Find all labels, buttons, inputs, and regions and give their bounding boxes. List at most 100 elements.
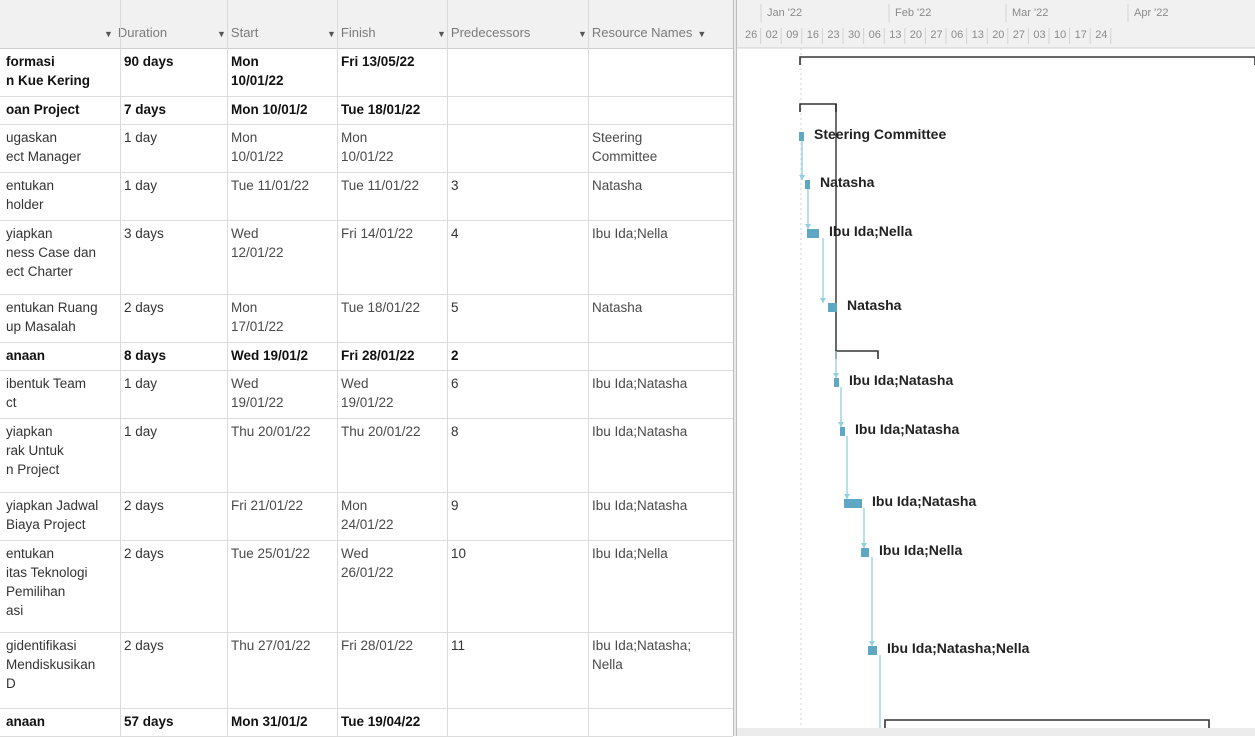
column-header-finish[interactable]: ▼ Finish (327, 22, 376, 44)
task-name-cell[interactable]: entukan Ruang up Masalah (6, 298, 98, 336)
task-name-cell[interactable]: oan Project (6, 100, 80, 119)
task-bar[interactable] (868, 646, 877, 655)
duration-cell[interactable]: 1 day (124, 374, 157, 393)
resource-names-cell[interactable]: Ibu Ida;Natasha (592, 422, 687, 441)
task-name-cell[interactable]: gidentifikasi Mendiskusikan D (6, 636, 95, 693)
finish-cell[interactable]: Tue 11/01/22 (341, 176, 419, 195)
resource-names-cell[interactable]: Ibu Ida;Natasha (592, 496, 687, 515)
dropdown-arrow-icon[interactable]: ▼ (437, 29, 446, 39)
column-header-resource-names[interactable]: ▼ Resource Names ▼ (578, 22, 711, 44)
column-header-duration[interactable]: ▼ Duration (104, 22, 167, 44)
start-cell[interactable]: Wed 12/01/22 (231, 224, 284, 262)
task-name-cell[interactable]: ibentuk Team ct (6, 374, 86, 412)
task-name-cell[interactable]: yiapkan ness Case dan ect Charter (6, 224, 96, 281)
resource-names-cell[interactable]: Ibu Ida;Nella (592, 544, 668, 563)
column-divider[interactable] (120, 0, 121, 736)
duration-cell[interactable]: 2 days (124, 298, 164, 317)
task-name-cell[interactable]: entukan holder (6, 176, 54, 214)
duration-cell[interactable]: 1 day (124, 176, 157, 195)
finish-cell[interactable]: Thu 20/01/22 (341, 422, 421, 441)
start-cell[interactable]: Thu 27/01/22 (231, 636, 311, 655)
finish-cell[interactable]: Fri 14/01/22 (341, 224, 413, 243)
duration-cell[interactable]: 2 days (124, 496, 164, 515)
predecessors-cell[interactable]: 3 (451, 176, 459, 195)
column-divider[interactable] (227, 0, 228, 736)
column-divider[interactable] (337, 0, 338, 736)
start-cell[interactable]: Mon 17/01/22 (231, 298, 284, 336)
task-bar[interactable] (828, 303, 837, 312)
resource-names-cell[interactable]: Natasha (592, 298, 642, 317)
task-name-cell[interactable]: entukan itas Teknologi Pemilihan asi (6, 544, 88, 620)
start-cell[interactable]: Thu 20/01/22 (231, 422, 311, 441)
dropdown-arrow-icon[interactable]: ▼ (104, 29, 113, 39)
summary-bar[interactable] (884, 719, 1210, 728)
task-bar[interactable] (840, 427, 845, 436)
finish-cell[interactable]: Mon 10/01/22 (341, 128, 394, 166)
column-header-start[interactable]: ▼ Start (217, 22, 258, 44)
predecessors-cell[interactable]: 11 (451, 636, 465, 655)
start-cell[interactable]: Fri 21/01/22 (231, 496, 303, 515)
task-name-cell[interactable]: formasi n Kue Kering (6, 52, 90, 90)
predecessors-cell[interactable]: 5 (451, 298, 459, 317)
resource-names-cell[interactable]: Natasha (592, 176, 642, 195)
duration-cell[interactable]: 7 days (124, 100, 166, 119)
finish-cell[interactable]: Fri 13/05/22 (341, 52, 415, 71)
finish-cell[interactable]: Wed 26/01/22 (341, 544, 394, 582)
task-bar[interactable] (805, 180, 810, 189)
task-name-cell[interactable]: yiapkan rak Untuk n Project (6, 422, 64, 479)
duration-cell[interactable]: 2 days (124, 544, 164, 563)
duration-cell[interactable]: 90 days (124, 52, 174, 71)
predecessors-cell[interactable]: 4 (451, 224, 459, 243)
resource-names-cell[interactable]: Ibu Ida;Natasha; Nella (592, 636, 691, 674)
task-name-cell[interactable]: ugaskan ect Manager (6, 128, 81, 166)
finish-cell[interactable]: Mon 24/01/22 (341, 496, 394, 534)
horizontal-scrollbar[interactable] (737, 728, 1255, 736)
start-cell[interactable]: Wed 19/01/22 (231, 374, 284, 412)
duration-cell[interactable]: 2 days (124, 636, 164, 655)
finish-cell[interactable]: Tue 19/04/22 (341, 712, 420, 731)
duration-cell[interactable]: 3 days (124, 224, 164, 243)
summary-bar[interactable] (835, 350, 879, 359)
column-header-predecessors[interactable]: ▼ Predecessors (437, 22, 530, 44)
resource-names-cell[interactable]: Ibu Ida;Nella (592, 224, 668, 243)
predecessors-cell[interactable]: 9 (451, 496, 459, 515)
summary-bar[interactable] (799, 56, 1255, 65)
duration-cell[interactable]: 1 day (124, 422, 157, 441)
task-bar[interactable] (807, 229, 819, 238)
finish-cell[interactable]: Fri 28/01/22 (341, 636, 413, 655)
dropdown-arrow-icon[interactable]: ▼ (217, 29, 226, 39)
task-name-cell[interactable]: yiapkan Jadwal Biaya Project (6, 496, 98, 534)
summary-bar[interactable] (799, 103, 837, 112)
finish-cell[interactable]: Tue 18/01/22 (341, 100, 420, 119)
column-divider[interactable] (588, 0, 589, 736)
duration-cell[interactable]: 8 days (124, 346, 166, 365)
start-cell[interactable]: Mon 10/01/2 (231, 100, 308, 119)
start-cell[interactable]: Mon 31/01/2 (231, 712, 308, 731)
dropdown-arrow-icon[interactable]: ▼ (578, 29, 587, 39)
resource-names-cell[interactable]: Ibu Ida;Natasha (592, 374, 687, 393)
resource-names-cell[interactable]: Steering Committee (592, 128, 657, 166)
task-bar[interactable] (861, 548, 869, 557)
finish-cell[interactable]: Fri 28/01/22 (341, 346, 415, 365)
predecessors-cell[interactable]: 10 (451, 544, 466, 563)
start-cell[interactable]: Wed 19/01/2 (231, 346, 308, 365)
predecessors-cell[interactable]: 8 (451, 422, 459, 441)
task-name-cell[interactable]: anaan (6, 712, 45, 731)
duration-cell[interactable]: 57 days (124, 712, 174, 731)
column-divider[interactable] (447, 0, 448, 736)
finish-cell[interactable]: Wed 19/01/22 (341, 374, 394, 412)
task-bar[interactable] (799, 132, 804, 141)
start-cell[interactable]: Tue 25/01/22 (231, 544, 310, 563)
dropdown-arrow-icon[interactable]: ▼ (327, 29, 336, 39)
predecessors-cell[interactable]: 2 (451, 346, 459, 365)
duration-cell[interactable]: 1 day (124, 128, 157, 147)
start-cell[interactable]: Tue 11/01/22 (231, 176, 309, 195)
finish-cell[interactable]: Tue 18/01/22 (341, 298, 420, 317)
task-name-cell[interactable]: anaan (6, 346, 45, 365)
start-cell[interactable]: Mon 10/01/22 (231, 128, 284, 166)
task-bar[interactable] (834, 378, 839, 387)
predecessors-cell[interactable]: 6 (451, 374, 459, 393)
task-bar[interactable] (844, 499, 862, 508)
start-cell[interactable]: Mon 10/01/22 (231, 52, 284, 90)
dropdown-arrow-icon[interactable]: ▼ (697, 29, 706, 39)
